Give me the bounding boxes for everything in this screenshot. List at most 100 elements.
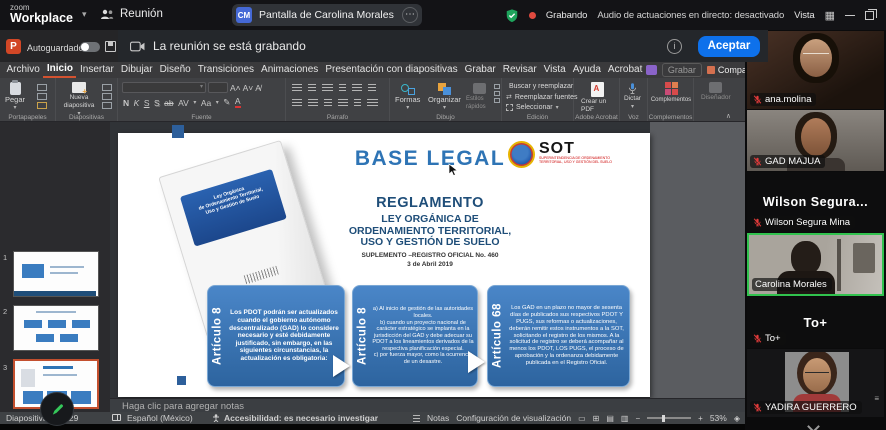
save-icon[interactable] [105,41,116,52]
shapes-button[interactable]: Formas▾ [395,83,420,112]
shape-format-tools[interactable] [494,84,500,105]
article-box-3[interactable]: Artículo 68 Los GAD en un plazo no mayor… [487,285,630,387]
current-slide[interactable]: Ley Orgánica de Ordenamiento Territorial… [118,133,650,397]
reading-view-icon[interactable]: ▤ [606,414,614,423]
menu-vista[interactable]: Vista [540,63,569,77]
menu-grabar[interactable]: Grabar [461,63,499,77]
menu-insertar[interactable]: Insertar [76,63,117,77]
menu-transiciones[interactable]: Transiciones [194,63,257,77]
thumb-number-1: 1 [3,253,7,262]
bold-button[interactable]: N [123,98,129,108]
article-box-1[interactable]: Artículo 8 Los PDOT podrán ser actualiza… [207,285,345,387]
security-shield-icon[interactable] [505,8,519,23]
zoom-slider-thumb[interactable] [662,415,665,422]
article-text: Los PDOT podrán ser actualizados cuando … [227,309,341,362]
replace-fonts-button[interactable]: ⇄ Reemplazar fuentes [506,93,573,101]
grow-font-icon[interactable]: A˄ [230,83,241,93]
participant-tile[interactable]: ≡ YADIRA GUERRERO [747,349,884,417]
menu-ayuda[interactable]: Ayuda [569,63,604,77]
zoom-out-icon[interactable]: − [635,414,640,423]
change-case-button[interactable]: Aa [201,98,211,108]
participant-tile[interactable]: To+ To+ [747,297,884,348]
new-slide-button[interactable]: Nueva diapositiva▾ [60,82,98,118]
quick-styles-button[interactable]: Estilos rápidos [466,83,492,111]
accessibility-status[interactable]: Accesibilidad: es necesario investigar [224,413,378,423]
paragraph-tools-row2[interactable] [292,99,378,107]
slide-subheading[interactable]: LEY ORGÁNICA DE ORDENAMIENTO TERRITORIAL… [305,214,555,249]
slide-title[interactable]: BASE LEGAL [330,147,530,171]
minimize-button[interactable] [845,15,855,16]
menu-acrobat[interactable]: Acrobat [604,63,645,77]
zoom-slider[interactable] [647,417,691,419]
dictate-button[interactable]: Dictar▾ [624,82,641,111]
more-options-icon[interactable]: ⋯ [402,7,418,23]
layout-tools[interactable] [102,84,112,111]
notes-bar[interactable]: Haga clic para agregar notas [110,398,745,412]
slide-sorter-icon[interactable]: ⊞ [593,414,600,423]
view-button[interactable]: Vista [794,10,814,21]
menu-archivo[interactable]: Archivo [3,63,43,77]
paragraph-tools-row1[interactable] [292,84,376,92]
group-label-voice: Voz [620,114,647,121]
collapse-ribbon-icon[interactable]: ∧ [726,112,731,120]
clipboard-tools[interactable] [37,84,47,111]
slide-editing-area: ∧ ∨ Ley Orgánica de Ordenamiento Territo… [110,122,745,398]
fit-to-window-icon[interactable]: ◈ [734,414,740,423]
new-slide-icon [72,82,86,93]
comments-icon[interactable] [646,65,657,75]
font-name-select[interactable]: ▾ [122,82,206,93]
info-icon[interactable]: i [667,39,682,54]
notes-icon[interactable] [413,415,420,422]
shrink-font-icon[interactable]: A˅ [243,83,254,93]
arrange-button[interactable]: Organizar▾ [428,83,461,112]
highlight-color-button[interactable]: ✎ [223,97,230,108]
restore-window-button[interactable] [865,11,874,20]
char-spacing-button[interactable]: AV [178,98,189,108]
notes-placeholder: Haga clic para agregar notas [122,401,244,412]
ppt-share-button[interactable]: Compartir▾ [707,65,745,75]
sidebar-chevron-down-icon[interactable] [807,420,820,430]
strikethrough-button[interactable]: ab [164,98,173,108]
normal-view-icon[interactable]: ▭ [578,414,586,423]
article-box-2[interactable]: Artículo 8 a) Al inicio de gestión de la… [352,285,478,387]
menu-inicio[interactable]: Inicio [43,62,76,78]
create-pdf-button[interactable]: Crear un PDF [581,82,613,114]
menu-dibujar[interactable]: Dibujar [117,63,156,77]
designer-button[interactable]: Diseñador [701,82,731,102]
sot-logo: SOT SUPERINTENDENCIA DE ORDENAMIENTO TER… [508,141,638,175]
notes-toggle[interactable]: Notas [427,413,449,423]
menu-animaciones[interactable]: Animaciones [258,63,322,77]
grid-view-icon[interactable]: ▦ [825,9,835,22]
display-settings[interactable]: Configuración de visualización [456,413,571,423]
participant-tile[interactable]: GAD MAJUA [747,110,884,171]
underline-button[interactable]: S [144,98,150,108]
addins-button[interactable]: Complementos [656,82,686,104]
participant-tile[interactable]: Wilson Segura... Wilson Segura Mina [747,172,884,232]
tab-shared-screen[interactable]: CM Pantalla de Carolina Morales ⋯ [232,4,422,26]
slide-thumbnail-1[interactable] [13,251,99,297]
clear-format-icon[interactable]: A̸ [255,83,261,93]
italic-button[interactable]: K [134,98,140,108]
paste-button[interactable]: Pegar▾ [5,82,25,112]
zoom-annotate-button[interactable] [40,392,74,426]
accept-button[interactable]: Aceptar [698,36,760,57]
shadow-button[interactable]: S [154,98,160,108]
language-status[interactable]: Español (México) [127,413,193,423]
menu-revisar[interactable]: Revisar [499,63,540,77]
slideshow-icon[interactable]: ▥ [621,414,629,423]
autosave-toggle[interactable] [80,42,100,52]
participant-tile-active-speaker[interactable]: Carolina Morales [747,233,884,296]
menu-diseno[interactable]: Diseño [156,63,194,77]
chevron-down-icon[interactable]: ▾ [82,9,87,20]
record-button[interactable]: Grabar [662,63,702,77]
menu-presentacion[interactable]: Presentación con diapositivas [322,63,461,77]
select-button[interactable]: Seleccionar▾ [506,104,573,111]
find-replace-button[interactable]: Buscar y reemplazar [506,82,573,90]
tab-meeting[interactable]: Reunión [100,8,163,20]
slide-thumbnail-2[interactable] [13,305,99,351]
zoom-in-icon[interactable]: + [698,414,703,423]
slide-heading[interactable]: REGLAMENTO [330,195,530,211]
font-size-select[interactable] [208,82,228,93]
font-color-button[interactable]: A [235,97,241,108]
live-audio-status: Audio de actuaciones en directo: desacti… [597,10,784,21]
